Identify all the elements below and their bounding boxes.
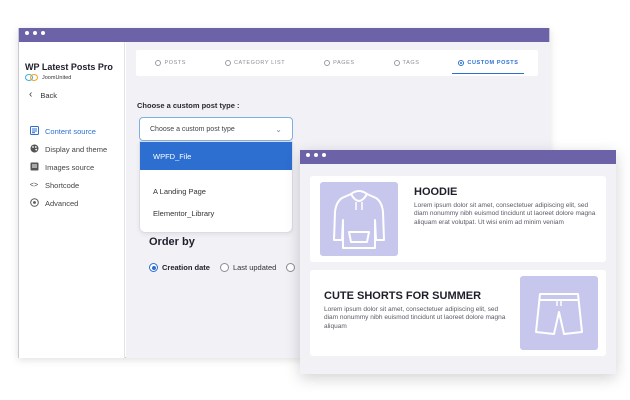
order-option-label: Last updated [232,263,277,272]
tab-tags[interactable]: TAGS [393,50,420,76]
chevron-left-icon: ‹ [29,89,33,100]
window-dot [25,31,29,35]
radio-selected-icon [458,60,465,66]
radio-icon [155,60,162,66]
dropdown-option-wpfd-file[interactable]: WPFD_File [140,142,292,170]
sidebar-item-label: Shortcode [45,180,80,190]
tab-label: CUSTOM POSTS [467,60,519,66]
chevron-down-icon: ⌄ [275,124,282,134]
window-dots [306,153,326,157]
joomunited-logo-icon [25,74,39,81]
tab-posts[interactable]: POSTS [155,50,186,76]
order-last-updated-radio[interactable]: Last updated [219,263,277,272]
order-by-options: Creation date Last updated [149,263,296,272]
order-more-radio[interactable] [286,263,296,272]
post-excerpt: Lorem ipsum dolor sit amet, consectetuer… [414,202,596,226]
custom-post-type-select[interactable]: Choose a custom post type ⌄ [139,117,293,141]
radio-icon [286,263,296,272]
post-title: HOODIE [414,186,458,198]
window-dot [306,153,310,157]
brand: JoomUnited [25,74,71,81]
sidebar-item-content-source[interactable]: Content source [29,122,107,140]
dropdown-option-landing-page[interactable]: A Landing Page [140,180,292,202]
radio-icon [219,263,229,272]
order-creation-date-radio[interactable]: Creation date [149,263,210,272]
post-title: CUTE SHORTS FOR SUMMER [324,290,482,302]
tab-label: POSTS [164,60,187,66]
tab-category-list[interactable]: CATEGORY LIST [224,50,286,76]
window-titlebar [19,28,549,42]
palette-icon [29,144,39,155]
order-by-title: Order by [149,236,195,248]
radio-icon [393,60,400,66]
window-dot [33,31,37,35]
window-dot [314,153,318,157]
content-source-icon [29,125,39,137]
window-titlebar [300,150,616,164]
window-dots [25,31,45,35]
sidebar-item-label: Display and theme [45,144,108,154]
tab-label: CATEGORY LIST [233,60,286,66]
window-dot [322,153,326,157]
back-label: Back [40,90,58,100]
sidebar-item-display-and-theme[interactable]: Display and theme [29,140,107,158]
tab-label: PAGES [333,60,355,66]
sidebar-item-advanced[interactable]: Advanced [29,194,107,212]
sidebar: WP Latest Posts Pro JoomUnited ‹ Back Co… [19,42,125,358]
window-dot [41,31,45,35]
tab-custom-posts[interactable]: CUSTOM POSTS [452,50,525,76]
plugin-title: WP Latest Posts Pro [25,62,113,72]
tab-label: TAGS [402,60,420,66]
back-button[interactable]: ‹ Back [29,90,57,100]
dropdown-option-elementor-library[interactable]: Elementor_Library [140,202,292,224]
sidebar-menu: Content source Display and theme Images … [29,122,107,212]
post-excerpt: Lorem ipsum dolor sit amet, consectetuer… [324,306,506,330]
radio-icon [224,60,231,66]
order-option-label: Creation date [162,263,210,272]
sidebar-item-shortcode[interactable]: <> Shortcode [29,176,107,194]
radio-selected-icon [149,263,158,272]
preview-window: HOODIE Lorem ipsum dolor sit amet, conse… [300,150,616,374]
hoodie-image [320,182,398,256]
dropdown-spacer [140,170,292,180]
code-icon: <> [29,181,39,189]
sidebar-item-label: Advanced [45,198,79,208]
post-card[interactable]: CUTE SHORTS FOR SUMMER Lorem ipsum dolor… [310,270,606,356]
advanced-icon [29,197,39,209]
sidebar-item-label: Content source [45,126,96,136]
select-value: Choose a custom post type [150,125,235,133]
sidebar-item-label: Images source [45,162,95,172]
source-tabs: POSTS CATEGORY LIST PAGES TAGS CUSTOM PO… [136,50,538,76]
post-card[interactable]: HOODIE Lorem ipsum dolor sit amet, conse… [310,176,606,262]
shorts-image [520,276,598,350]
sidebar-item-images-source[interactable]: Images source [29,158,107,176]
custom-post-type-dropdown: WPFD_File A Landing Page Elementor_Libra… [139,141,293,233]
image-icon [29,162,39,173]
radio-icon [324,60,331,66]
brand-name: JoomUnited [42,74,72,81]
tab-pages[interactable]: PAGES [324,50,355,76]
custom-post-type-label: Choose a custom post type : [137,101,240,110]
